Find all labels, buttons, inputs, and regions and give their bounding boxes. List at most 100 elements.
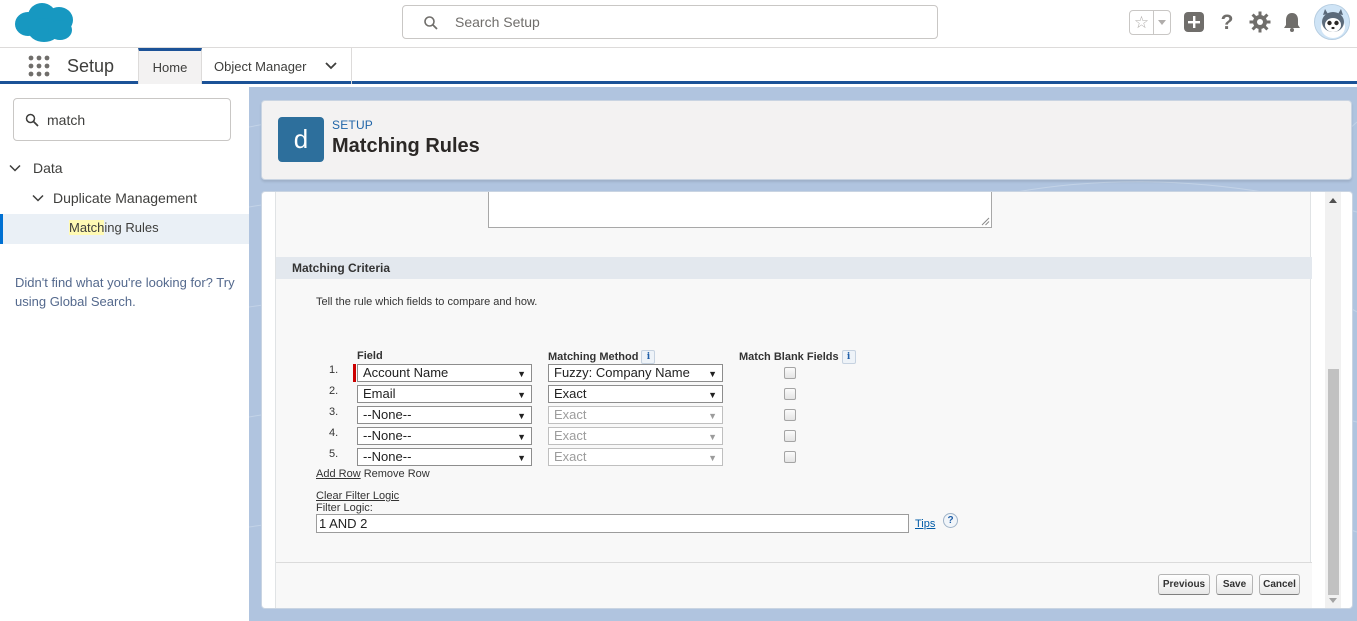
page-title: Matching Rules xyxy=(332,135,480,157)
search-icon xyxy=(424,16,438,30)
not-found-hint: Didn't find what you're looking for? Try… xyxy=(15,275,235,309)
select-value: Account Name xyxy=(363,365,449,380)
field-select[interactable]: Email ▼ xyxy=(357,385,532,403)
column-header-blank: Match Blank Fields i xyxy=(739,350,856,364)
scrollbar[interactable] xyxy=(1325,192,1341,608)
select-value: Exact xyxy=(554,428,587,443)
resize-grip-icon[interactable] xyxy=(981,217,990,226)
scroll-down-arrow-icon[interactable] xyxy=(1329,598,1337,603)
remove-row-link[interactable]: Remove Row xyxy=(364,468,430,480)
user-avatar[interactable] xyxy=(1314,4,1350,40)
clear-filter-logic-link[interactable]: Clear Filter Logic xyxy=(316,490,399,502)
tree-item-matching-rules[interactable]: Matching Rules xyxy=(0,214,249,244)
dropdown-arrow-icon: ▼ xyxy=(708,453,717,463)
tree-item-duplicate-management[interactable]: Duplicate Management xyxy=(32,190,197,206)
section-header: Matching Criteria xyxy=(276,257,1312,279)
tree-item-label: Duplicate Management xyxy=(53,190,197,206)
column-label: Matching Method xyxy=(548,351,639,363)
scroll-up-arrow-icon[interactable] xyxy=(1329,198,1337,203)
tree-item-label: Data xyxy=(33,160,63,176)
method-select[interactable]: Fuzzy: Company Name ▼ xyxy=(548,364,723,382)
method-select[interactable]: Exact ▼ xyxy=(548,385,723,403)
section-title: Matching Criteria xyxy=(292,261,391,275)
column-header-method: Matching Method i xyxy=(548,350,656,364)
setup-gear-icon[interactable] xyxy=(1249,11,1271,33)
setup-sidebar: Data Duplicate Management Matching Rules… xyxy=(0,87,249,621)
match-blank-checkbox[interactable] xyxy=(784,388,796,400)
global-header: ☆ ? xyxy=(0,0,1357,48)
column-header-field: Field xyxy=(357,350,383,362)
match-blank-checkbox[interactable] xyxy=(784,409,796,421)
info-icon[interactable]: i xyxy=(841,350,856,364)
favorites-star-icon[interactable]: ☆ xyxy=(1130,11,1154,34)
form-frame: Matching Criteria Tell the rule which fi… xyxy=(275,192,1312,608)
description-textarea[interactable] xyxy=(488,192,992,228)
setup-tile-icon: d xyxy=(278,117,324,162)
app-launcher-icon[interactable] xyxy=(28,55,50,77)
dropdown-arrow-icon: ▼ xyxy=(708,369,717,379)
context-nav-bar: Setup Home Object Manager xyxy=(0,48,1357,84)
help-icon[interactable]: ? xyxy=(943,513,958,528)
field-select[interactable]: --None-- ▼ xyxy=(357,448,532,466)
search-icon xyxy=(25,113,39,127)
filter-logic-input[interactable]: 1 AND 2 xyxy=(316,514,909,533)
column-label: Field xyxy=(357,350,383,362)
dropdown-arrow-icon: ▼ xyxy=(708,411,717,421)
match-blank-checkbox[interactable] xyxy=(784,430,796,442)
breadcrumb[interactable]: SETUP xyxy=(332,118,373,132)
help-text: Tell the rule which fields to compare an… xyxy=(316,296,538,308)
chevron-down-icon[interactable] xyxy=(324,59,338,73)
match-blank-checkbox[interactable] xyxy=(784,367,796,379)
row-number: 1. xyxy=(329,364,339,376)
tab-object-manager[interactable]: Object Manager xyxy=(202,48,352,84)
cancel-button[interactable]: Cancel xyxy=(1259,574,1300,595)
select-value: Email xyxy=(363,386,396,401)
search-input[interactable] xyxy=(455,12,915,32)
quick-find-input[interactable] xyxy=(47,111,217,129)
select-value: --None-- xyxy=(363,407,412,422)
notifications-bell-icon[interactable] xyxy=(1281,11,1303,33)
tab-object-manager-label: Object Manager xyxy=(214,58,307,74)
dropdown-arrow-icon: ▼ xyxy=(517,432,526,442)
dropdown-arrow-icon: ▼ xyxy=(517,369,526,379)
help-icon[interactable]: ? xyxy=(1216,11,1238,33)
svg-text:?: ? xyxy=(1221,11,1234,33)
salesforce-logo[interactable] xyxy=(14,2,74,44)
chevron-down-icon[interactable] xyxy=(9,162,21,174)
required-indicator xyxy=(353,364,356,382)
save-button[interactable]: Save xyxy=(1216,574,1253,595)
setup-search[interactable] xyxy=(402,5,938,39)
search-highlight: Match xyxy=(69,220,105,235)
row-number: 2. xyxy=(329,385,339,397)
method-select: Exact ▼ xyxy=(548,448,723,466)
tree-item-data[interactable]: Data xyxy=(9,160,63,176)
info-icon[interactable]: i xyxy=(641,350,656,364)
dropdown-arrow-icon: ▼ xyxy=(517,453,526,463)
column-label: Match Blank Fields xyxy=(739,351,839,363)
select-value: Exact xyxy=(554,449,587,464)
favorites-dropdown-icon[interactable] xyxy=(1154,11,1170,34)
chevron-down-icon[interactable] xyxy=(32,192,44,204)
row-number: 5. xyxy=(329,448,339,460)
method-select: Exact ▼ xyxy=(548,427,723,445)
app-name: Setup xyxy=(67,56,115,76)
match-blank-checkbox[interactable] xyxy=(784,451,796,463)
page-header: d SETUP Matching Rules xyxy=(261,100,1352,180)
filter-logic-label: Filter Logic: xyxy=(316,502,373,514)
scrollbar-thumb[interactable] xyxy=(1328,369,1339,595)
previous-button[interactable]: Previous xyxy=(1158,574,1210,595)
row-actions: Add Row Remove Row xyxy=(316,468,430,480)
field-select[interactable]: --None-- ▼ xyxy=(357,427,532,445)
row-number: 4. xyxy=(329,427,339,439)
global-actions-add-icon[interactable] xyxy=(1183,11,1205,33)
quick-find[interactable] xyxy=(13,98,231,141)
field-select[interactable]: Account Name ▼ xyxy=(357,364,532,382)
add-row-link[interactable]: Add Row xyxy=(316,468,361,480)
select-value: Exact xyxy=(554,407,587,422)
main-content: d SETUP Matching Rules Matching Criteria… xyxy=(249,87,1357,621)
method-select: Exact ▼ xyxy=(548,406,723,424)
dropdown-arrow-icon: ▼ xyxy=(517,411,526,421)
tab-home[interactable]: Home xyxy=(138,48,202,84)
tips-link[interactable]: Tips xyxy=(915,518,935,530)
field-select[interactable]: --None-- ▼ xyxy=(357,406,532,424)
